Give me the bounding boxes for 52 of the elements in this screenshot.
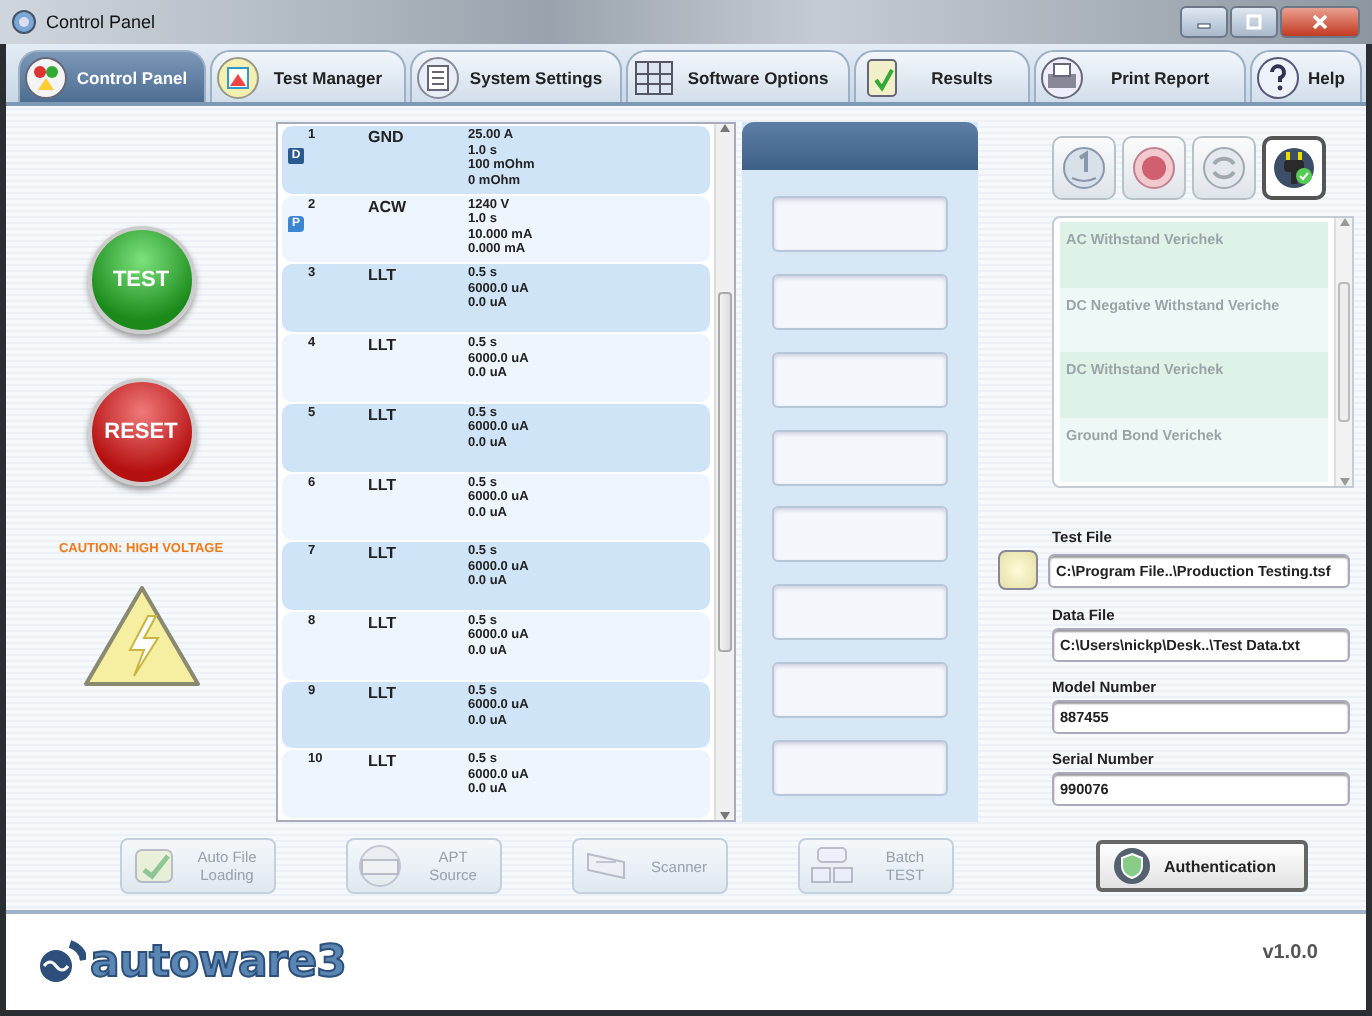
tab[interactable]: Print Report bbox=[1034, 50, 1246, 102]
logo-icon bbox=[34, 940, 86, 984]
scroll-thumb[interactable] bbox=[718, 292, 732, 652]
scroll-bar[interactable] bbox=[1334, 218, 1352, 486]
action-icon bbox=[356, 842, 404, 890]
tab[interactable]: Software Options bbox=[626, 50, 850, 102]
mode-button[interactable] bbox=[1262, 136, 1326, 200]
mode-icon bbox=[1270, 144, 1318, 192]
scroll-up-icon bbox=[720, 124, 730, 132]
mode-icon bbox=[1130, 144, 1178, 192]
mode-icon bbox=[1200, 144, 1248, 192]
tab-icon bbox=[1256, 55, 1300, 99]
step-type: GND bbox=[368, 128, 406, 150]
tab-icon bbox=[632, 55, 676, 99]
tab[interactable]: Control Panel bbox=[18, 50, 206, 102]
minimize-button[interactable] bbox=[1180, 6, 1228, 38]
maximize-button[interactable] bbox=[1230, 6, 1278, 38]
scroll-down-icon bbox=[720, 812, 730, 820]
scroll-bar[interactable] bbox=[714, 124, 734, 820]
shield-icon bbox=[1112, 846, 1152, 886]
authentication-button[interactable]: Authentication bbox=[1096, 840, 1308, 892]
step-type: LLT bbox=[368, 613, 399, 636]
reset-button[interactable]: RESET bbox=[87, 378, 195, 486]
tab[interactable]: Test Manager bbox=[210, 50, 406, 102]
mode-icon bbox=[1060, 144, 1108, 192]
high-voltage-icon bbox=[81, 584, 201, 688]
step-type: LLT bbox=[368, 475, 399, 498]
tab[interactable]: Results bbox=[854, 50, 1030, 102]
step-type: LLT bbox=[368, 683, 399, 706]
step-type: LLT bbox=[368, 405, 399, 428]
version-label: v1.0.0 bbox=[1262, 941, 1318, 963]
tab-icon bbox=[216, 55, 260, 99]
step-type: LLT bbox=[368, 752, 399, 775]
maximize-icon bbox=[1246, 14, 1262, 30]
tab-icon bbox=[416, 55, 460, 99]
browse-button[interactable] bbox=[998, 550, 1038, 590]
logo-text: autoware3 bbox=[90, 937, 346, 987]
scroll-up-icon bbox=[1339, 218, 1349, 226]
tab-icon bbox=[1040, 55, 1084, 99]
step-type: LLT bbox=[368, 336, 399, 359]
step-type: ACW bbox=[368, 197, 409, 220]
scroll-down-icon bbox=[1339, 478, 1349, 486]
window-title: Control Panel bbox=[46, 12, 158, 32]
app-icon bbox=[12, 10, 36, 34]
scroll-thumb[interactable] bbox=[1338, 282, 1350, 422]
close-button[interactable] bbox=[1280, 6, 1360, 38]
step-type: LLT bbox=[368, 266, 399, 289]
tab[interactable]: Help bbox=[1250, 50, 1363, 102]
step-type: LLT bbox=[368, 544, 399, 567]
tab[interactable]: System Settings bbox=[410, 50, 622, 102]
close-icon bbox=[1312, 14, 1328, 30]
tab-icon bbox=[24, 55, 68, 99]
